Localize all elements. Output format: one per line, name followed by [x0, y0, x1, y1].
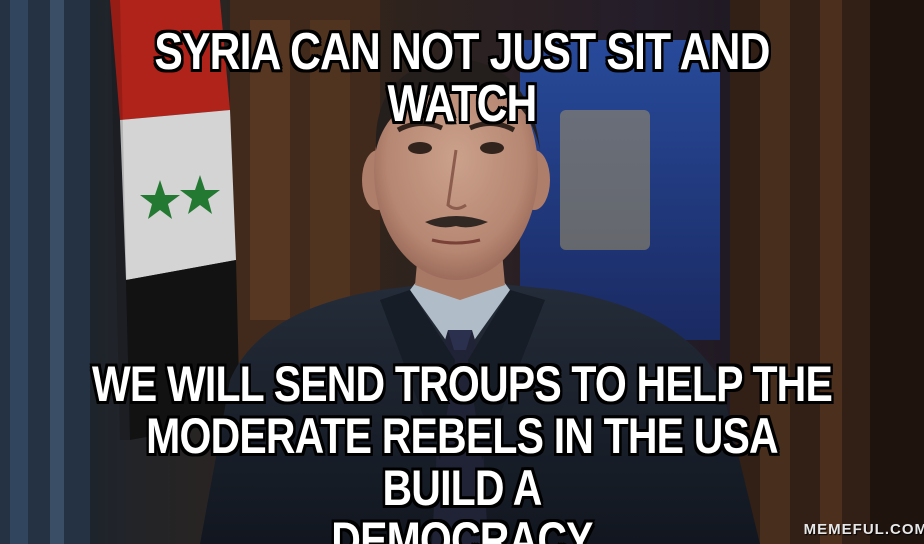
bottom-caption-line-2: MODERATE REBELS IN THE USA BUILD A: [146, 408, 779, 516]
top-caption: SYRIA CAN NOT JUST SIT AND WATCH: [154, 23, 770, 133]
meme-image: SYRIA CAN NOT JUST SIT AND WATCH WE WILL…: [0, 0, 924, 544]
bottom-caption-line-1: WE WILL SEND TROUPS TO HELP THE: [92, 356, 833, 412]
bottom-caption: WE WILL SEND TROUPS TO HELP THE MODERATE…: [83, 358, 841, 544]
watermark: MEMEFUL.COM: [803, 521, 924, 538]
bottom-caption-line-3: DEMOCRACY: [331, 512, 593, 544]
